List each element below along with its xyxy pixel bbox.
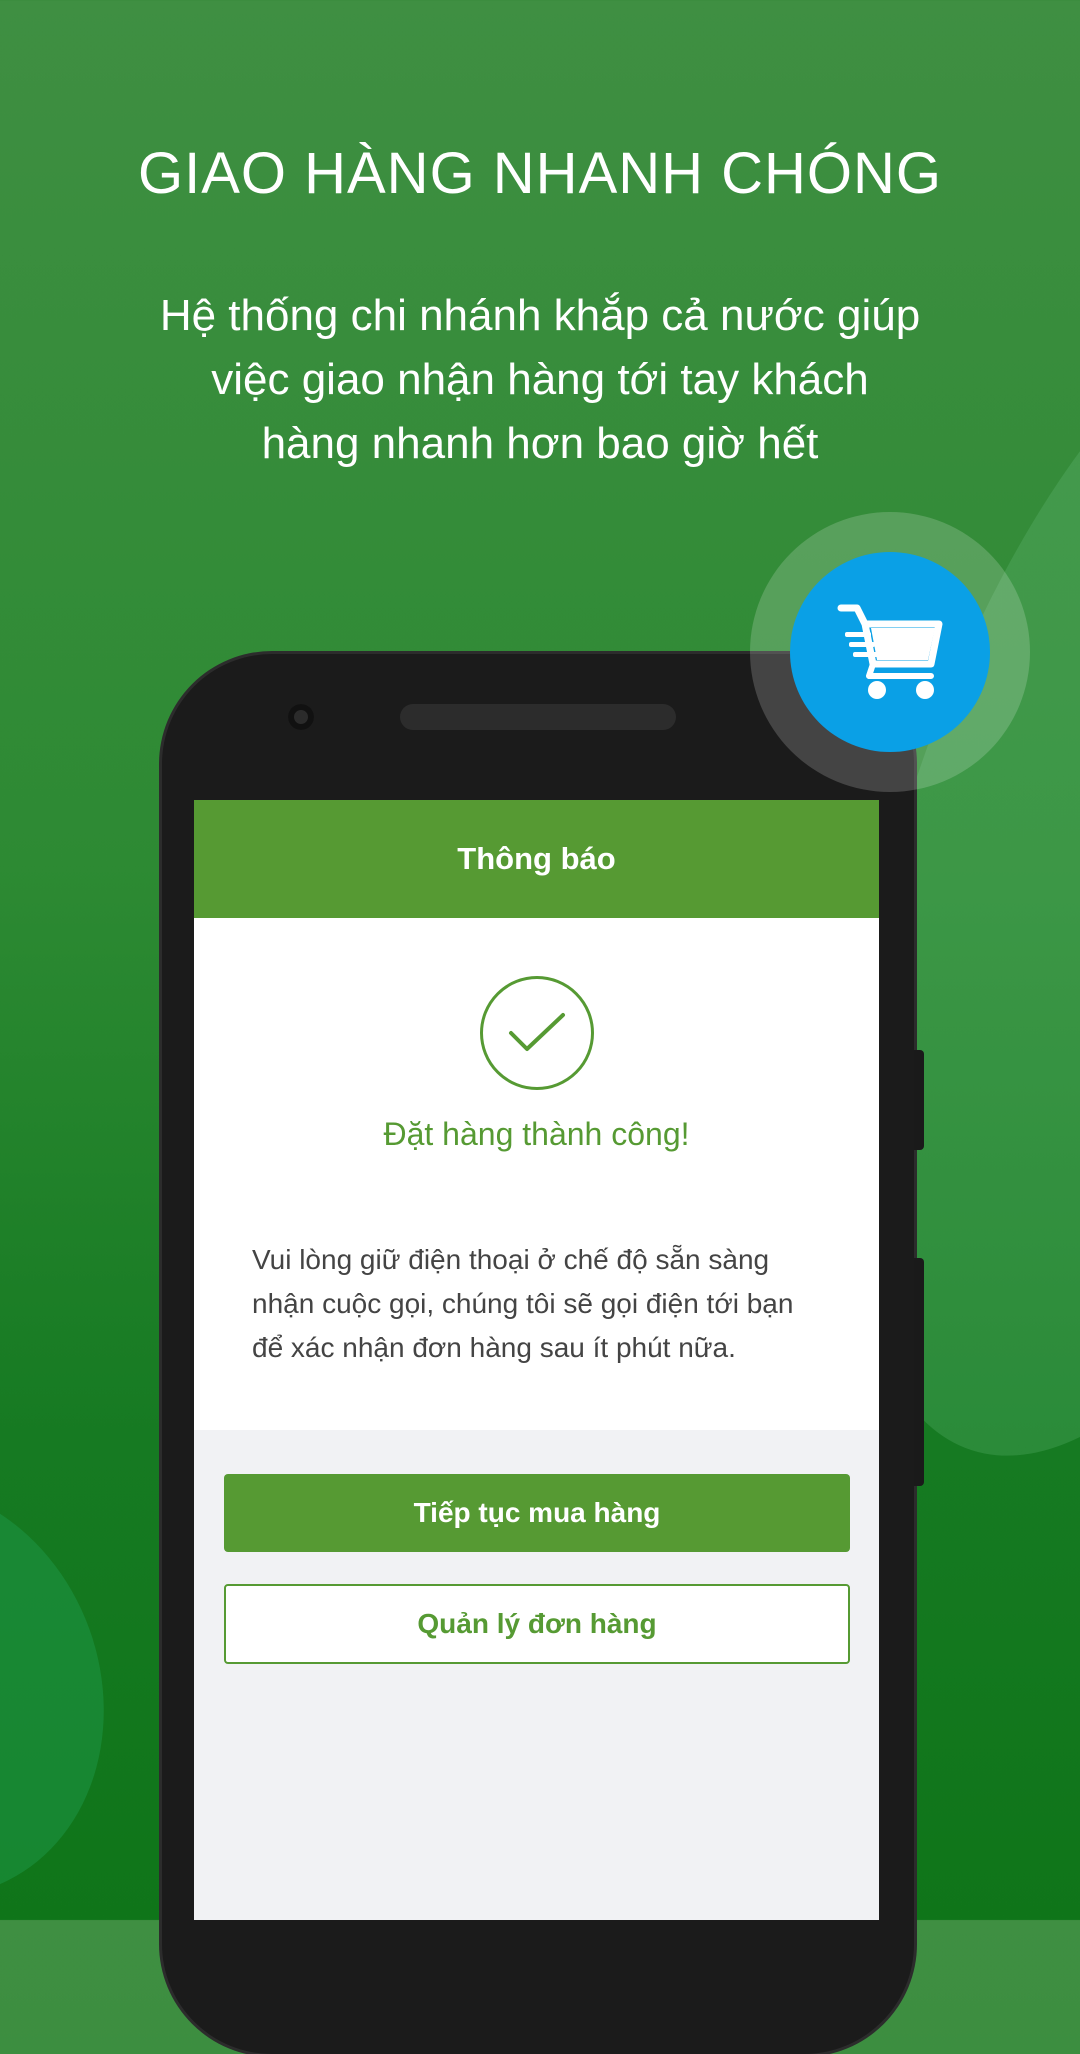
phone-side-button <box>914 1050 924 1150</box>
dialog-header: Thông báo <box>194 800 879 918</box>
dialog-title: Thông báo <box>457 841 616 876</box>
message-line: để xác nhận đơn hàng sau ít phút nữa. <box>252 1332 736 1363</box>
background-shape-left <box>0 1431 161 1949</box>
manage-orders-button[interactable]: Quản lý đơn hàng <box>224 1584 850 1664</box>
check-icon <box>480 976 594 1090</box>
phone-speaker <box>400 704 676 730</box>
promo-subtitle-line: hàng nhanh hơn bao giờ hết <box>261 419 819 468</box>
phone-side-button <box>914 1258 924 1486</box>
promo-subtitle-line: việc giao nhận hàng tới tay khách <box>211 355 869 404</box>
phone-screen: Thông báo Đặt hàng thành công! Vui lòng … <box>194 800 879 1920</box>
message-line: Vui lòng giữ điện thoại ở chế độ sẵn sàn… <box>252 1244 770 1275</box>
phone-camera <box>288 704 314 730</box>
confirmation-message: Vui lòng giữ điện thoại ở chế độ sẵn sàn… <box>252 1238 837 1370</box>
cart-badge <box>790 552 990 752</box>
order-success-text: Đặt hàng thành công! <box>383 1116 690 1152</box>
shopping-cart-icon <box>837 604 943 699</box>
message-line: nhận cuộc gọi, chúng tôi sẽ gọi điện tới… <box>252 1288 794 1319</box>
promo-subtitle: Hệ thống chi nhánh khắp cả nước giúp việ… <box>110 284 970 476</box>
promo-subtitle-line: Hệ thống chi nhánh khắp cả nước giúp <box>159 291 921 340</box>
promo-headline: GIAO HÀNG NHANH CHÓNG <box>137 141 943 206</box>
dialog-content: Đặt hàng thành công! Vui lòng giữ điện t… <box>194 918 879 1430</box>
continue-shopping-button[interactable]: Tiếp tục mua hàng <box>224 1474 850 1552</box>
